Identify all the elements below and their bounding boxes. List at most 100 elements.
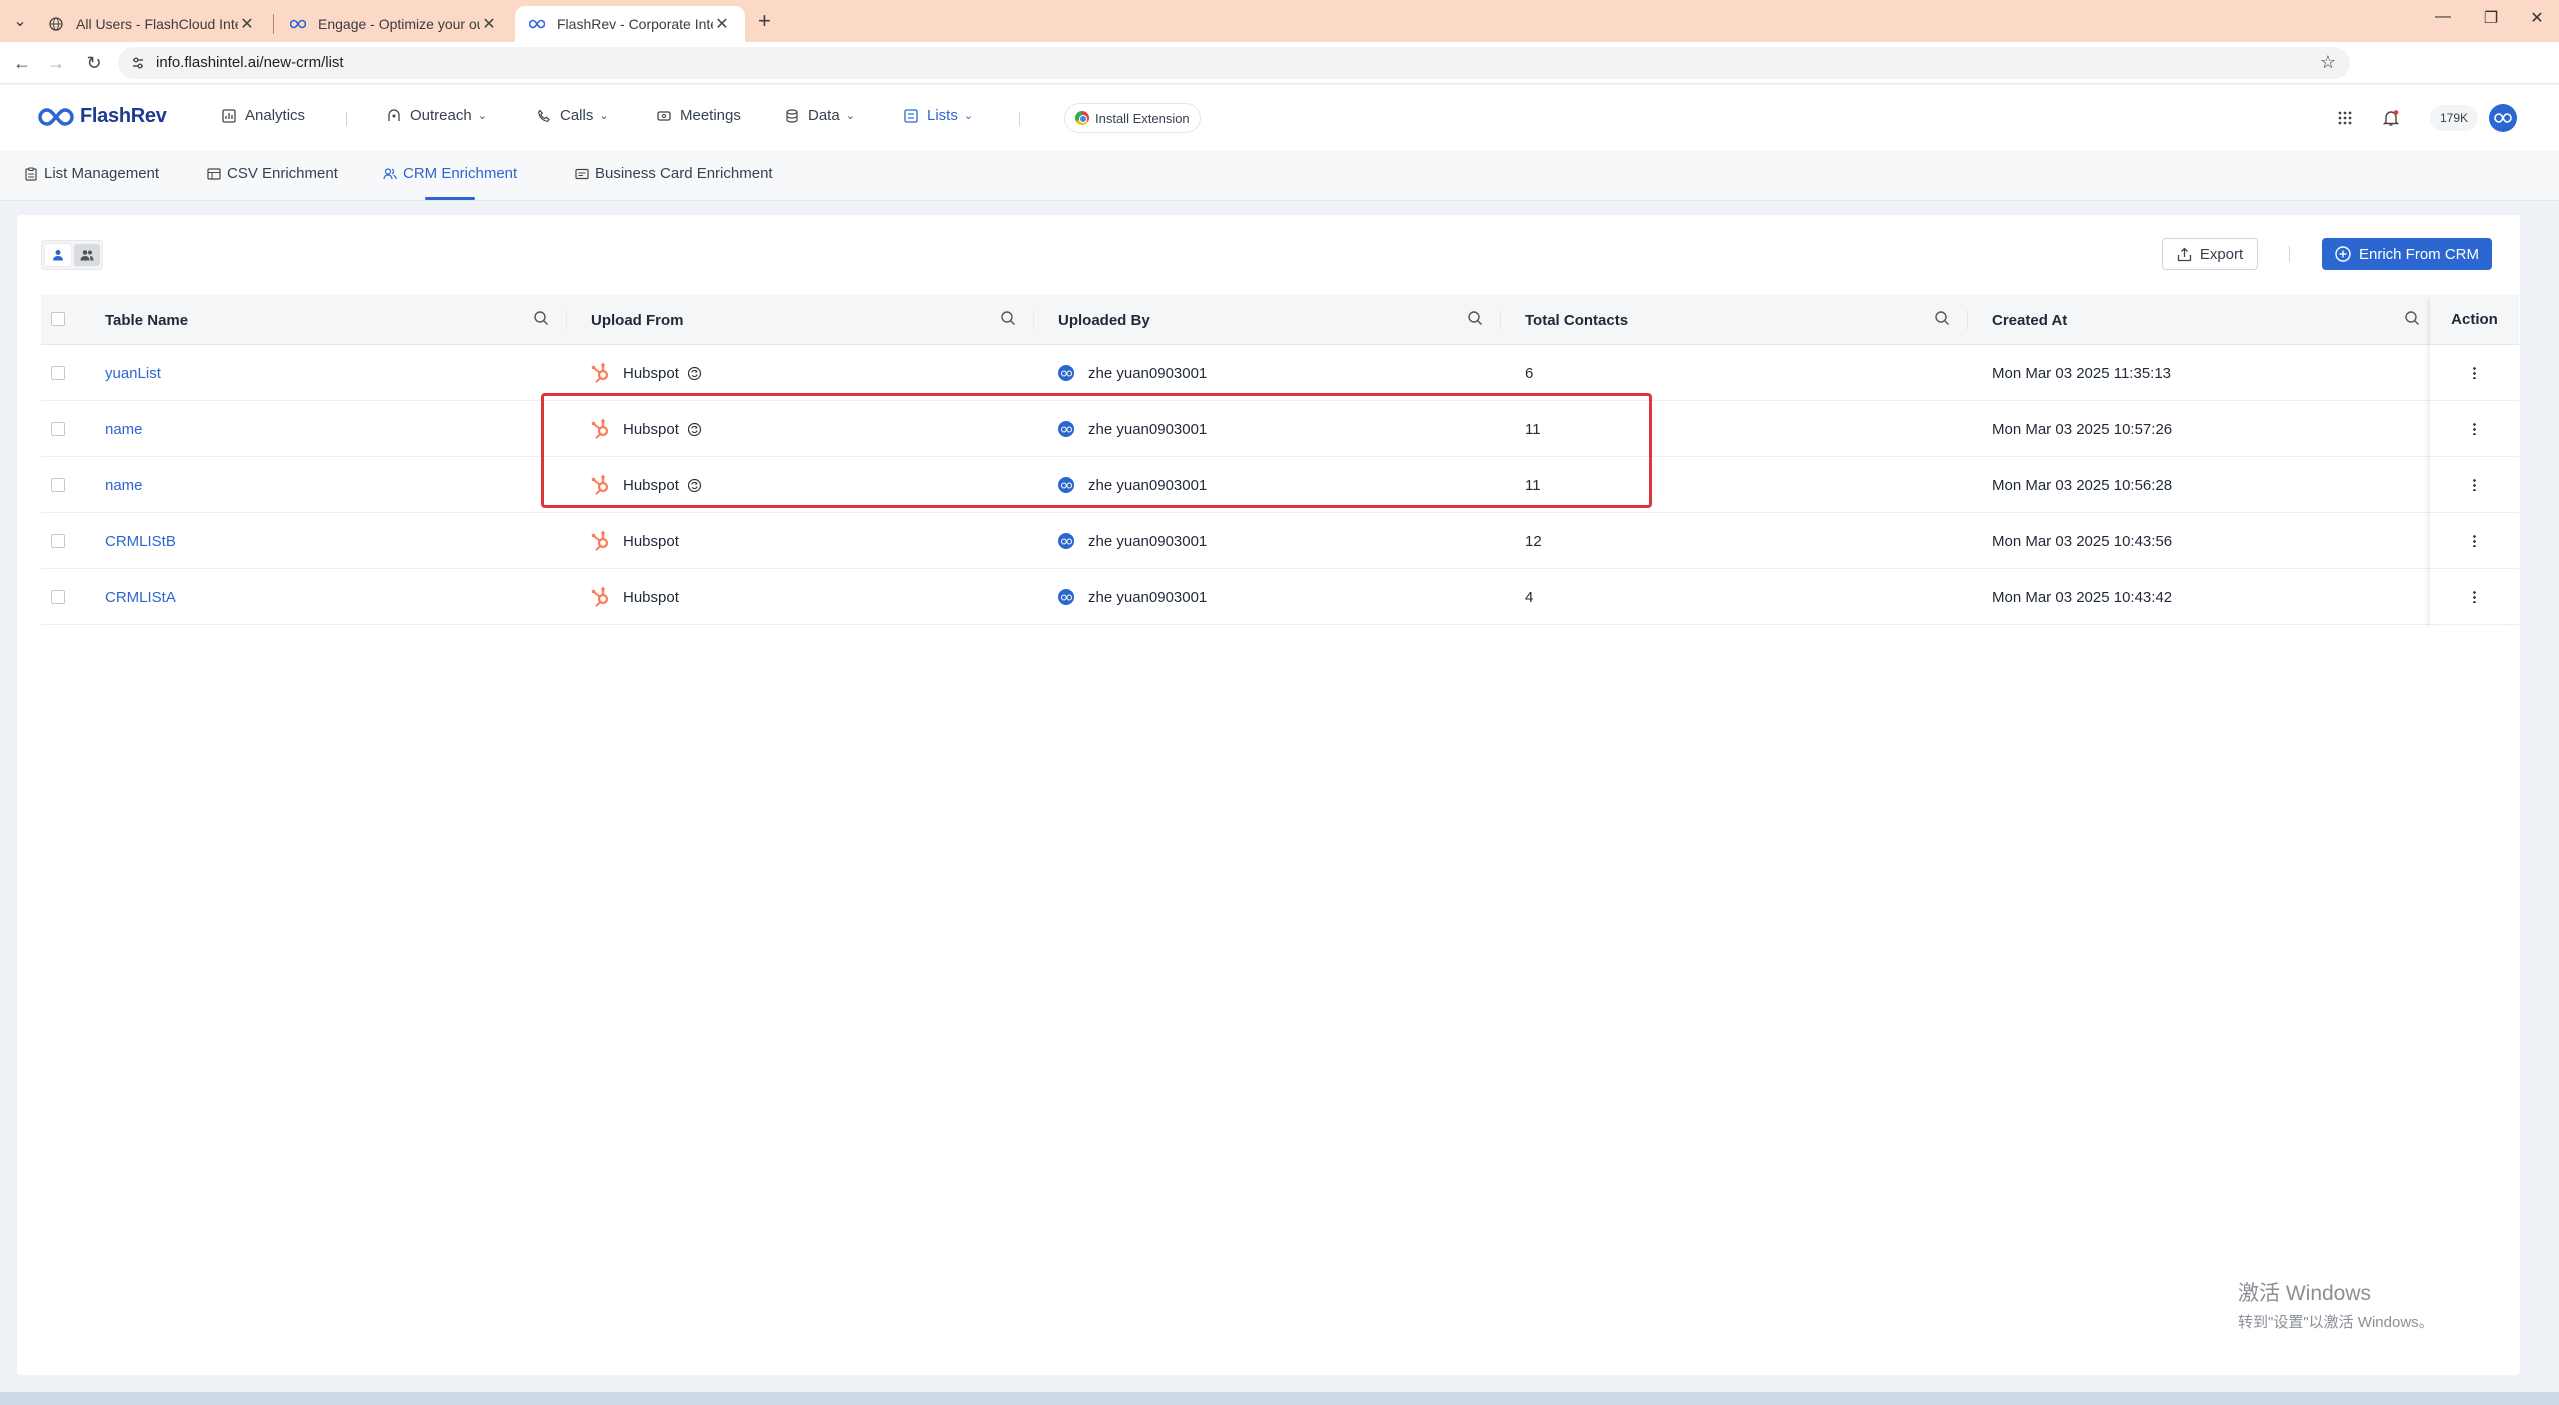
back-icon[interactable]: ← bbox=[10, 52, 34, 74]
tab-label: Business Card Enrichment bbox=[595, 165, 773, 182]
search-icon[interactable] bbox=[533, 310, 551, 328]
company-view-icon[interactable] bbox=[74, 244, 100, 266]
view-toggle bbox=[41, 240, 103, 270]
table-name-link[interactable]: yuanList bbox=[105, 345, 161, 401]
uploader: zhe yuan0903001 bbox=[1058, 513, 1207, 569]
reload-icon[interactable]: ↻ bbox=[82, 52, 106, 74]
sub-navigation: List Management CSV Enrichment CRM Enric… bbox=[0, 151, 2559, 201]
nav-label: Data bbox=[808, 107, 840, 124]
browser-tab-1[interactable]: All Users - FlashCloud Intellig ✕ bbox=[34, 6, 270, 42]
url-bar[interactable]: info.flashintel.ai/new-crm/list ☆ bbox=[118, 47, 2350, 79]
sync-icon bbox=[687, 366, 702, 381]
close-tab-icon[interactable]: ✕ bbox=[238, 14, 256, 34]
uploader-name: zhe yuan0903001 bbox=[1088, 588, 1208, 606]
table-name-link[interactable]: name bbox=[105, 457, 143, 513]
close-window-icon[interactable]: ✕ bbox=[2522, 8, 2552, 28]
clipboard-icon bbox=[24, 167, 38, 181]
table-name-link[interactable]: name bbox=[105, 401, 143, 457]
browser-address-bar: ← → ↻ info.flashintel.ai/new-crm/list ☆ … bbox=[0, 42, 2559, 113]
table-row[interactable]: CRMLIStA Hubspot zhe yuan0903001 4 Mon M… bbox=[41, 569, 2519, 625]
close-tab-icon[interactable]: ✕ bbox=[713, 14, 731, 34]
tab-list-management[interactable]: List Management bbox=[24, 165, 159, 182]
nav-analytics[interactable]: Analytics bbox=[221, 107, 305, 124]
row-actions-menu-icon[interactable] bbox=[2430, 457, 2519, 513]
restore-icon[interactable]: ❐ bbox=[2476, 8, 2506, 28]
tab-title: FlashRev - Corporate Intellig bbox=[557, 16, 713, 32]
browser-tab-2[interactable]: Engage - Optimize your outr ✕ bbox=[276, 6, 512, 42]
new-tab-icon[interactable]: + bbox=[758, 8, 771, 34]
table-row[interactable]: CRMLIStB Hubspot zhe yuan0903001 12 Mon … bbox=[41, 513, 2519, 569]
row-actions-menu-icon[interactable] bbox=[2430, 401, 2519, 457]
logo-text: FlashRev bbox=[80, 105, 167, 127]
row-checkbox[interactable] bbox=[51, 422, 65, 436]
row-actions-menu-icon[interactable] bbox=[2430, 569, 2519, 625]
table-name-link[interactable]: CRMLIStB bbox=[105, 513, 176, 569]
chart-icon bbox=[221, 108, 237, 124]
nav-calls[interactable]: Calls ⌄ bbox=[536, 107, 609, 124]
created-at: Mon Mar 03 2025 11:35:13 bbox=[1992, 364, 2172, 382]
forward-icon[interactable]: → bbox=[44, 52, 68, 74]
nav-meetings[interactable]: Meetings bbox=[656, 107, 741, 124]
total-contacts: 4 bbox=[1525, 588, 1534, 606]
select-all-checkbox[interactable] bbox=[51, 312, 65, 326]
tab-crm-enrichment[interactable]: CRM Enrichment bbox=[383, 165, 517, 182]
export-label: Export bbox=[2199, 245, 2244, 263]
row-checkbox[interactable] bbox=[51, 366, 65, 380]
row-checkbox[interactable] bbox=[51, 534, 65, 548]
tab-csv-enrichment[interactable]: CSV Enrichment bbox=[207, 165, 338, 182]
site-info-icon[interactable] bbox=[130, 55, 146, 71]
nav-label: Lists bbox=[927, 107, 958, 124]
flashrev-logo[interactable]: FlashRev bbox=[38, 105, 167, 128]
tab-search-chevron-icon[interactable]: ⌄ bbox=[10, 12, 30, 32]
chrome-icon bbox=[1075, 111, 1089, 125]
person-view-icon[interactable] bbox=[45, 244, 71, 266]
plus-circle-icon bbox=[2335, 246, 2351, 262]
row-actions-menu-icon[interactable] bbox=[2430, 513, 2519, 569]
row-checkbox[interactable] bbox=[51, 478, 65, 492]
flashrev-user-icon bbox=[1058, 589, 1074, 605]
search-icon[interactable] bbox=[1000, 310, 1018, 328]
created-at: Mon Mar 03 2025 10:43:56 bbox=[1992, 532, 2173, 550]
hubspot-icon bbox=[591, 530, 611, 552]
bookmark-star-icon[interactable]: ☆ bbox=[2320, 52, 2336, 73]
chevron-down-icon: ⌄ bbox=[963, 110, 974, 122]
action-column: Action bbox=[2430, 295, 2519, 631]
apps-grid-icon[interactable] bbox=[2334, 107, 2356, 129]
row-actions-menu-icon[interactable] bbox=[2430, 345, 2519, 401]
tab-title: Engage - Optimize your outr bbox=[318, 16, 480, 32]
nav-divider bbox=[346, 112, 347, 126]
install-extension-button[interactable]: Install Extension bbox=[1064, 103, 1201, 133]
tab-business-card-enrichment[interactable]: Business Card Enrichment bbox=[575, 165, 773, 182]
search-icon[interactable] bbox=[1934, 310, 1952, 328]
created-at: Mon Mar 03 2025 10:43:42 bbox=[1992, 588, 2173, 606]
source-label: Hubspot bbox=[623, 588, 679, 606]
col-total-contacts: Total Contacts bbox=[1525, 311, 1629, 329]
active-tab-indicator bbox=[425, 197, 475, 200]
flashrev-logo-icon bbox=[529, 16, 545, 32]
browser-tab-bar: ⌄ All Users - FlashCloud Intellig ✕ Enga… bbox=[0, 0, 2559, 42]
enrich-from-crm-button[interactable]: Enrich From CRM bbox=[2322, 238, 2492, 270]
browser-tab-3-active[interactable]: FlashRev - Corporate Intellig ✕ bbox=[515, 6, 745, 42]
notification-bell-icon[interactable] bbox=[2380, 107, 2402, 129]
credits-badge[interactable]: 179K bbox=[2430, 105, 2479, 131]
minimize-icon[interactable]: — bbox=[2428, 8, 2458, 26]
col-uploaded-by: Uploaded By bbox=[1058, 311, 1150, 329]
nav-label: Outreach bbox=[410, 107, 472, 124]
tab-label: CSV Enrichment bbox=[227, 165, 338, 182]
row-checkbox[interactable] bbox=[51, 590, 65, 604]
nav-data[interactable]: Data ⌄ bbox=[784, 107, 855, 124]
close-tab-icon[interactable]: ✕ bbox=[480, 14, 498, 34]
app-header: FlashRev Analytics Outreach ⌄ Calls ⌄ Me… bbox=[0, 85, 2559, 151]
uploader: zhe yuan0903001 bbox=[1058, 569, 1207, 625]
nav-outreach[interactable]: Outreach ⌄ bbox=[386, 107, 487, 124]
column-divider bbox=[566, 310, 567, 330]
export-button[interactable]: Export bbox=[2162, 238, 2258, 270]
table-header: Table Name Upload From Uploaded By Total… bbox=[41, 295, 2519, 345]
nav-lists[interactable]: Lists ⌄ bbox=[903, 107, 973, 124]
enrich-label: Enrich From CRM bbox=[2358, 245, 2479, 263]
search-icon[interactable] bbox=[2404, 310, 2422, 328]
table-name-link[interactable]: CRMLIStA bbox=[105, 569, 176, 625]
chevron-down-icon: ⌄ bbox=[599, 110, 609, 122]
search-icon[interactable] bbox=[1467, 310, 1485, 328]
user-avatar[interactable] bbox=[2489, 104, 2517, 132]
